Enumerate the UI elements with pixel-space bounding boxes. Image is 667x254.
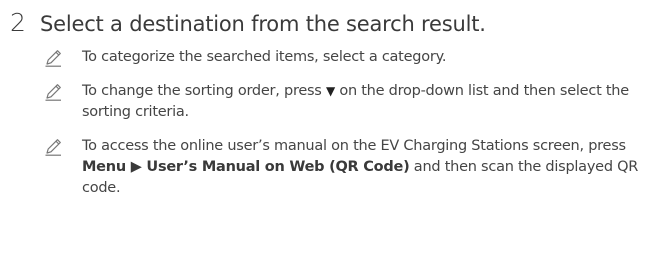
- step-section: 2 Select a destination from the search r…: [10, 8, 660, 212]
- dropdown-triangle-icon: ▼: [325, 84, 335, 98]
- note-text: To categorize the searched items, select…: [82, 49, 447, 65]
- arrow-right-icon: ▶: [125, 159, 147, 175]
- note-text-part: To change the sorting order, press: [82, 83, 326, 99]
- step-title: Select a destination from the search res…: [40, 12, 486, 36]
- note-item: To categorize the searched items, select…: [44, 47, 664, 68]
- pencil-note-icon: [44, 137, 82, 157]
- menu-label: Menu: [82, 159, 126, 175]
- pencil-note-icon: [44, 82, 82, 102]
- pencil-note-icon: [44, 48, 82, 68]
- note-item: To access the online user’s manual on th…: [44, 136, 664, 199]
- step-header: 2 Select a destination from the search r…: [10, 8, 660, 37]
- note-text-part: To access the online user’s manual on th…: [82, 138, 626, 154]
- menu-item-label: User’s Manual on Web (QR Code): [146, 159, 410, 175]
- note-text: To change the sorting order, press ▼ on …: [82, 81, 664, 123]
- step-number: 2: [10, 8, 26, 37]
- note-text: To access the online user’s manual on th…: [82, 136, 664, 199]
- notes-list: To categorize the searched items, select…: [44, 47, 664, 199]
- note-item: To change the sorting order, press ▼ on …: [44, 81, 664, 123]
